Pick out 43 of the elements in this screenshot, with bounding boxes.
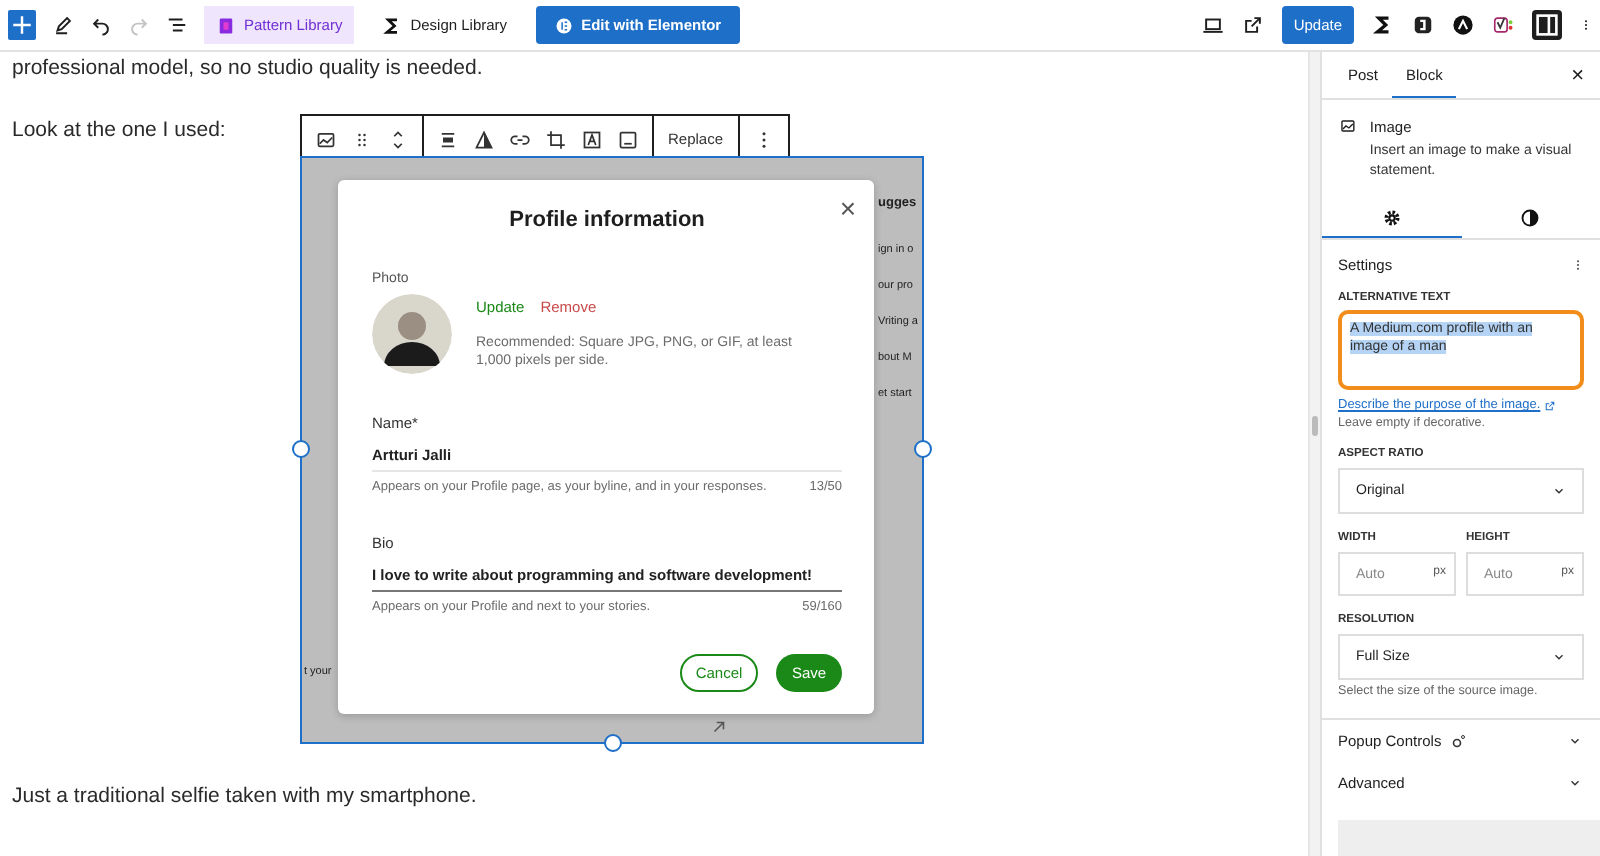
list-view-icon[interactable] [166, 14, 188, 36]
zigzag-logo-icon [382, 15, 403, 35]
text-overlay-icon[interactable] [582, 129, 602, 149]
add-block-icon[interactable] [8, 10, 36, 40]
close-button[interactable]: × [839, 194, 856, 222]
move-up-down-icon[interactable] [388, 129, 408, 149]
scrollbar-thumb[interactable] [1312, 416, 1318, 436]
dialog-title: Profile information [509, 208, 705, 232]
pencil-icon[interactable] [52, 14, 74, 36]
bracket-logo-icon[interactable] [1412, 14, 1434, 36]
chevron-down-icon [1568, 776, 1582, 791]
zigzag-logo-icon[interactable] [1372, 14, 1394, 36]
resize-handle[interactable] [914, 440, 932, 458]
align-icon[interactable] [438, 129, 458, 149]
link-icon[interactable] [510, 129, 530, 149]
duotone-icon[interactable] [474, 129, 494, 149]
crop-icon[interactable] [546, 129, 566, 149]
image-icon [1340, 116, 1356, 137]
chevron-down-icon [1552, 650, 1566, 665]
drag-handle-icon[interactable] [352, 129, 372, 149]
external-link-icon [1544, 399, 1557, 412]
arrow-icon [710, 718, 728, 736]
resize-handle[interactable] [292, 440, 310, 458]
resize-handle[interactable] [604, 734, 622, 752]
avatar [372, 294, 452, 374]
chevron-down-icon [1568, 734, 1582, 749]
pattern-library-icon [216, 15, 236, 35]
image-icon[interactable] [316, 129, 336, 149]
sidebar-toggle-icon[interactable] [1532, 10, 1562, 40]
paragraph: professional model, so no studio quality is needed. [12, 54, 483, 82]
external-link-icon[interactable] [1241, 14, 1264, 36]
close-button[interactable]: × [1571, 52, 1584, 99]
laptop-icon[interactable] [1201, 14, 1224, 36]
paragraph: Look at the one I used: [12, 116, 226, 144]
gear-icon [1381, 207, 1402, 228]
chevron-down-icon [1552, 484, 1566, 499]
half-circle-icon [1520, 207, 1541, 228]
caption-icon[interactable] [618, 129, 638, 149]
elementor-logo-icon [553, 15, 574, 35]
paragraph: Just a traditional selfie taken with my smartphone. [12, 782, 477, 810]
triangle-logo-icon[interactable] [1452, 14, 1474, 36]
plugin-checkmark-icon[interactable] [1492, 14, 1514, 36]
undo-icon[interactable] [90, 14, 112, 36]
